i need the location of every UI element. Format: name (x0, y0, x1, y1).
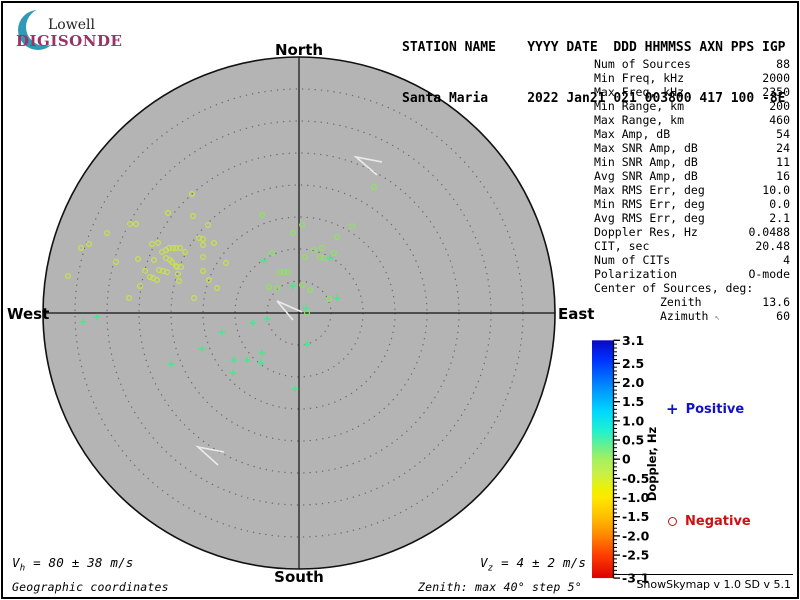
param-label: Min Freq, kHz (594, 71, 684, 85)
param-value: O-mode (748, 267, 790, 281)
param-row: Max RMS Err, deg 10.0 (594, 183, 790, 197)
param-label: Zenith (594, 295, 702, 309)
param-label: Max Range, km (594, 113, 684, 127)
colorbar-tick-label: -1.5 (622, 509, 649, 524)
azimuth-direction-icon: ↖ (714, 313, 719, 323)
legend-negative-label: Negative (685, 514, 751, 529)
param-label: Min SNR Amp, dB (594, 155, 698, 169)
vz-value: Vz = 4 ± 2 m/s (480, 555, 586, 574)
param-value: 2350 (762, 85, 790, 99)
colorbar-tick-label: -2.5 (622, 548, 649, 563)
param-label: Max SNR Amp, dB (594, 141, 698, 155)
coordinates-note: Geographic coordinates (12, 580, 169, 594)
param-value: 13.6 (762, 295, 790, 309)
param-row: Max Amp, dB 54 (594, 127, 790, 141)
skymap-window: 3.12.52.01.51.00.50-0.5-1.0-1.5-2.0-2.5-… (0, 0, 800, 600)
param-row: Min Range, km 200 (594, 99, 790, 113)
param-label: Azimuth↖ (594, 309, 720, 323)
compass-label-south: South (249, 568, 349, 586)
positive-marker-icon: + (666, 403, 679, 416)
station-header-columns: STATION NAME YYYY DATE DDD HHMMSS AXN PP… (402, 39, 786, 56)
param-label: Min RMS Err, deg (594, 197, 705, 211)
vh-value: Vh = 80 ± 38 m/s (12, 555, 134, 574)
param-label: Min Range, km (594, 99, 684, 113)
footer-divider (613, 574, 793, 575)
param-value: 20.48 (755, 239, 790, 253)
param-row: Max Range, km 460 (594, 113, 790, 127)
param-value: 460 (769, 113, 790, 127)
param-value: 200 (769, 99, 790, 113)
param-value: 11 (776, 155, 790, 169)
param-row: Center of Sources, deg: (594, 281, 790, 295)
param-label: Max Freq, kHz (594, 85, 684, 99)
colorbar-tick-label: 1.0 (622, 413, 644, 428)
param-row: Avg SNR Amp, dB 16 (594, 169, 790, 183)
negative-marker-icon (668, 517, 677, 526)
digisonde-logo: Lowell DIGISONDE (12, 4, 132, 54)
param-label: Max RMS Err, deg (594, 183, 705, 197)
param-row: Max SNR Amp, dB 24 (594, 141, 790, 155)
logo-digisonde-text: DIGISONDE (16, 32, 122, 50)
param-row: Doppler Res, Hz 0.0488 (594, 225, 790, 239)
params-list: Num of Sources88Min Freq, kHz2000Max Fre… (594, 57, 790, 323)
param-row: Num of CITs 4 (594, 253, 790, 267)
param-label: Avg SNR Amp, dB (594, 169, 698, 183)
param-value: 24 (776, 141, 790, 155)
colorbar-gradient (592, 340, 613, 578)
param-value: 88 (776, 57, 790, 71)
colorbar-tick-label: 2.0 (622, 375, 644, 390)
param-value: 54 (776, 127, 790, 141)
param-value: 0.0 (769, 197, 790, 211)
version-text: ShowSkymap v 1.0 SD v 5.1 (636, 578, 791, 591)
colorbar-tick-label: 0 (622, 452, 631, 467)
param-row: Num of Sources 88 (594, 57, 790, 71)
param-row: Polarization O-mode (594, 267, 790, 281)
legend-positive-label: Positive (686, 402, 745, 417)
param-label: Polarization (594, 267, 677, 281)
colorbar-tick-label: 0.5 (622, 433, 644, 448)
param-label: Center of Sources, deg: (594, 281, 753, 295)
compass-label-west: West (7, 305, 49, 323)
param-row: CIT, sec 20.48 (594, 239, 790, 253)
param-label: Avg RMS Err, deg (594, 211, 705, 225)
param-row: Zenith 13.6 (594, 295, 790, 309)
zenith-step-note: Zenith: max 40° step 5° (418, 580, 582, 594)
param-value: 4 (783, 253, 790, 267)
param-row: Min Freq, kHz 2000 (594, 71, 790, 85)
param-value: 2000 (762, 71, 790, 85)
compass-label-north: North (249, 41, 349, 59)
param-value: 60 (776, 309, 790, 323)
legend-positive: + Positive (666, 402, 744, 417)
colorbar-tick-label: 3.1 (622, 333, 644, 348)
param-value: 10.0 (762, 183, 790, 197)
colorbar-tick-label: -2.0 (622, 528, 650, 543)
param-value: 0.0488 (748, 225, 790, 239)
param-label: Num of CITs (594, 253, 670, 267)
colorbar-tick-label: 1.5 (622, 394, 644, 409)
param-value: 2.1 (769, 211, 790, 225)
doppler-axis-title: Doppler, Hz (645, 419, 659, 509)
colorbar-tick-label: 2.5 (622, 356, 644, 371)
param-row: Max Freq, kHz 2350 (594, 85, 790, 99)
param-row: Azimuth↖ 60 (594, 309, 790, 323)
param-row: Min SNR Amp, dB 11 (594, 155, 790, 169)
param-row: Avg RMS Err, deg 2.1 (594, 211, 790, 225)
param-label: CIT, sec (594, 239, 649, 253)
param-label: Doppler Res, Hz (594, 225, 698, 239)
param-label: Num of Sources (594, 57, 691, 71)
legend-negative: Negative (668, 514, 751, 529)
param-value: 16 (776, 169, 790, 183)
compass-label-east: East (558, 305, 594, 323)
logo-lowell-text: Lowell (48, 17, 95, 33)
param-row: Min RMS Err, deg 0.0 (594, 197, 790, 211)
param-label: Max Amp, dB (594, 127, 670, 141)
